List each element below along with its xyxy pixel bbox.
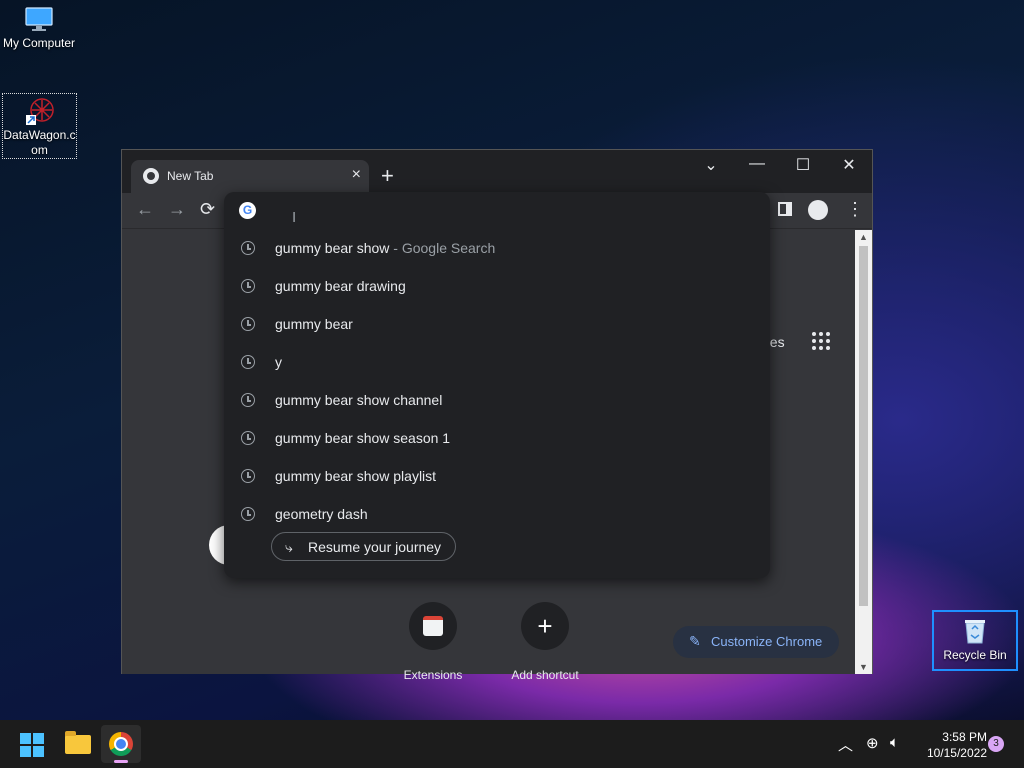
profile-avatar-icon[interactable] — [808, 200, 828, 220]
desktop-icon-label: DataWagon.com — [3, 128, 76, 157]
shortcut-extensions[interactable]: Extensions — [383, 602, 483, 682]
resume-journey-chip[interactable]: ⤷ Resume your journey — [271, 532, 457, 561]
scroll-down-arrow-icon[interactable]: ▼ — [859, 662, 868, 672]
suggestion-item[interactable]: geometry dash — [224, 498, 770, 536]
close-button[interactable]: ✕ — [826, 155, 872, 175]
menu-kebab-icon[interactable]: ⋮ — [846, 199, 864, 220]
desktop-icon-datawagon[interactable]: DataWagon.com — [2, 93, 77, 159]
desktop-icon-label: Recycle Bin — [943, 648, 1007, 662]
history-clock-icon — [241, 317, 255, 331]
maximize-button[interactable]: ☐ — [780, 155, 826, 175]
suggestion-text: gummy bear drawing — [275, 278, 406, 294]
clock-time: 3:58 PM — [942, 730, 987, 744]
history-clock-icon — [241, 279, 255, 293]
notification-badge[interactable]: 3 — [988, 736, 1004, 752]
plus-icon: + — [521, 602, 569, 650]
volume-icon[interactable]: 🔈︎ — [890, 734, 899, 751]
suggestion-hint: - Google Search — [389, 240, 496, 256]
history-clock-icon — [241, 469, 255, 483]
suggestion-item[interactable]: y — [224, 346, 770, 384]
tab-new-tab[interactable]: New Tab × — [131, 160, 369, 193]
suggestion-item[interactable]: gummy bear show playlist — [224, 460, 770, 498]
suggestion-text: gummy bear show season 1 — [275, 430, 451, 446]
active-indicator — [114, 760, 128, 763]
suggestion-text: gummy bear show — [275, 240, 390, 256]
monitor-icon — [25, 7, 53, 31]
history-clock-icon — [241, 431, 255, 445]
resume-journey-label: Resume your journey — [308, 539, 442, 555]
text-cursor-icon: I — [292, 209, 297, 226]
history-clock-icon — [241, 393, 255, 407]
history-clock-icon — [241, 241, 255, 255]
tab-search-icon[interactable]: ⌄ — [688, 155, 734, 175]
history-clock-icon — [241, 507, 255, 521]
suggestion-item[interactable]: gummy bear show channel — [224, 384, 770, 422]
suggestion-item[interactable]: gummy bear show season 1 — [224, 422, 770, 460]
windows-logo-icon — [20, 733, 31, 744]
taskbar: ︿ ⊕ 🔈︎ 3:58 PM 10/15/2022 3 — [0, 720, 1024, 768]
forward-button[interactable]: → — [168, 199, 186, 220]
google-apps-icon[interactable] — [812, 332, 832, 352]
back-button[interactable]: ← — [136, 199, 154, 220]
datawagon-shortcut-icon — [25, 98, 54, 125]
suggestion-text: y — [275, 354, 282, 370]
desktop-icon-recycle-bin[interactable]: Recycle Bin — [932, 610, 1018, 671]
suggestion-item[interactable]: gummy bear show - Google Search — [224, 232, 770, 270]
chrome-icon — [109, 732, 133, 756]
system-clock[interactable]: 3:58 PM 10/15/2022 — [915, 729, 987, 761]
scroll-up-arrow-icon[interactable]: ▲ — [859, 232, 868, 242]
shortcut-add[interactable]: + Add shortcut — [495, 602, 595, 682]
customize-chrome-button[interactable]: ✎ Customize Chrome — [673, 626, 839, 658]
chevron-up-icon[interactable]: ︿ — [838, 734, 853, 755]
omnibox-dropdown: G I gummy bear show - Google Search gumm… — [224, 192, 770, 578]
shortcut-label: Add shortcut — [511, 668, 579, 682]
journey-icon: ⤷ — [285, 539, 293, 555]
new-tab-button[interactable]: + — [381, 163, 394, 189]
clock-date: 10/15/2022 — [926, 746, 987, 760]
suggestion-item[interactable]: gummy bear drawing — [224, 270, 770, 308]
shortcut-label: Extensions — [403, 668, 463, 682]
scrollbar[interactable]: ▲ ▼ — [855, 230, 872, 674]
suggestion-text: gummy bear show playlist — [275, 468, 437, 484]
desktop-icon-label: My Computer — [2, 36, 76, 50]
scrollbar-thumb[interactable] — [859, 246, 868, 606]
file-explorer-button[interactable] — [57, 725, 97, 763]
suggestion-text: gummy bear — [275, 316, 353, 332]
customize-chrome-label: Customize Chrome — [711, 634, 823, 649]
side-panel-icon[interactable] — [778, 202, 792, 216]
suggestion-item[interactable]: gummy bear — [224, 308, 770, 346]
google-g-icon: G — [239, 202, 256, 219]
folder-icon — [65, 731, 91, 754]
suggestion-text: gummy bear show channel — [275, 392, 443, 408]
start-button[interactable] — [12, 725, 52, 763]
chrome-favicon-icon — [143, 168, 159, 184]
history-clock-icon — [241, 355, 255, 369]
extensions-tile-icon — [409, 602, 457, 650]
suggestion-text: geometry dash — [275, 506, 368, 522]
tab-title: New Tab — [167, 169, 214, 183]
minimize-button[interactable]: — — [734, 155, 780, 173]
title-bar: New Tab × + ⌄ — ☐ ✕ — [122, 150, 872, 193]
desktop-icon-my-computer[interactable]: My Computer — [0, 6, 78, 51]
network-globe-icon[interactable]: ⊕ — [866, 734, 879, 752]
recycle-bin-icon — [965, 620, 985, 644]
reload-button[interactable]: ⟳ — [200, 199, 215, 220]
chrome-taskbar-button[interactable] — [101, 725, 141, 763]
tab-close-icon[interactable]: × — [352, 166, 361, 184]
pencil-icon: ✎ — [689, 633, 701, 649]
